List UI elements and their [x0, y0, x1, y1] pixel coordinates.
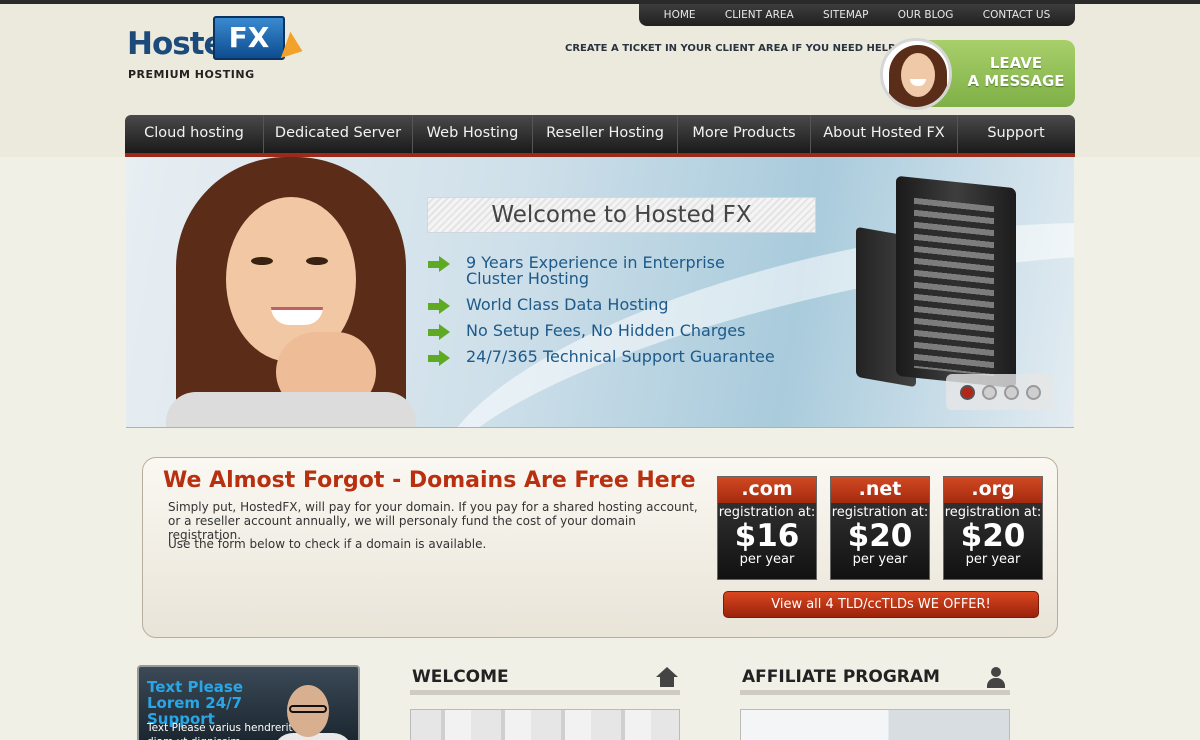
affiliate-heading: AFFILIATE PROGRAM — [740, 665, 1010, 695]
support-agent-avatar — [880, 38, 952, 110]
site-logo[interactable]: Hosted FX PREMIUM HOSTING — [125, 14, 325, 84]
welcome-heading-text: WELCOME — [412, 667, 509, 687]
affiliate-image — [740, 709, 1010, 740]
tld-name: .org — [944, 477, 1042, 503]
green-arrow-icon — [428, 324, 450, 340]
leave-message-line2: A MESSAGE — [967, 72, 1065, 90]
nav-cloud-hosting[interactable]: Cloud hosting — [125, 115, 264, 153]
view-all-tlds-button[interactable]: View all 4 TLD/ccTLDs WE OFFER! — [723, 591, 1039, 618]
help-text: CREATE A TICKET IN YOUR CLIENT AREA IF Y… — [565, 43, 900, 54]
hero-woman-image — [156, 157, 416, 427]
nav-more-products[interactable]: More Products — [678, 115, 811, 153]
hero-server-image — [856, 175, 1026, 402]
hero-bullet-text: 24/7/365 Technical Support Guarantee — [466, 347, 775, 366]
domains-title: We Almost Forgot - Domains Are Free Here — [163, 468, 696, 493]
support-promo-box[interactable]: Text Please Lorem 24/7 Support Text Plea… — [137, 665, 360, 740]
top-nav: HOME CLIENT AREA SITEMAP OUR BLOG CONTAC… — [639, 4, 1075, 26]
tld-card-net[interactable]: .net registration at: $20 per year — [830, 476, 930, 580]
hero-slider: Welcome to Hosted FX 9 Years Experience … — [126, 157, 1074, 428]
tld-per: per year — [965, 552, 1021, 567]
hero-bullet: 9 Years Experience in Enterprise Cluster… — [426, 255, 786, 287]
woman-shirt — [166, 392, 416, 427]
user-icon — [984, 667, 1008, 689]
hero-bullet: No Setup Fees, No Hidden Charges — [426, 321, 786, 340]
leave-message-line1: LEAVE — [989, 54, 1043, 72]
slider-dot-3[interactable] — [1003, 384, 1019, 400]
nav-reseller-hosting[interactable]: Reseller Hosting — [533, 115, 678, 153]
tld-card-org[interactable]: .org registration at: $20 per year — [943, 476, 1043, 580]
support-promo-text: Text Please varius hendrerit diam ut dig… — [147, 722, 293, 740]
page-wrapper: HOME CLIENT AREA SITEMAP OUR BLOG CONTAC… — [125, 0, 1075, 740]
top-nav-contact-us[interactable]: CONTACT US — [983, 9, 1050, 21]
server-drive-bays — [914, 197, 994, 377]
hero-bullet-text: 9 Years Experience in Enterprise Cluster… — [466, 253, 725, 288]
tld-per: per year — [852, 552, 908, 567]
woman-eye — [251, 257, 273, 265]
welcome-section: WELCOME — [410, 665, 680, 740]
domains-form-text: Use the form below to check if a domain … — [168, 537, 487, 551]
nav-dedicated-server[interactable]: Dedicated Server — [264, 115, 413, 153]
woman-eye — [306, 257, 328, 265]
welcome-image — [410, 709, 680, 740]
hero-title: Welcome to Hosted FX — [427, 197, 816, 233]
tld-per: per year — [739, 552, 795, 567]
hero-bullets: 9 Years Experience in Enterprise Cluster… — [426, 255, 786, 375]
affiliate-section: AFFILIATE PROGRAM — [740, 665, 1010, 740]
slider-dot-2[interactable] — [981, 384, 997, 400]
logo-tagline: PREMIUM HOSTING — [128, 68, 255, 81]
tld-price: $16 — [734, 518, 800, 554]
green-arrow-icon — [428, 350, 450, 366]
support-promo-title: Text Please Lorem 24/7 Support — [147, 678, 244, 728]
green-arrow-icon — [428, 256, 450, 272]
tld-card-com[interactable]: .com registration at: $16 per year — [717, 476, 817, 580]
nav-web-hosting[interactable]: Web Hosting — [413, 115, 533, 153]
slider-pagination — [946, 374, 1054, 410]
logo-mark: FX — [213, 16, 308, 65]
hero-bullet: World Class Data Hosting — [426, 295, 786, 314]
top-nav-sitemap[interactable]: SITEMAP — [823, 9, 868, 21]
top-nav-client-area[interactable]: CLIENT AREA — [725, 9, 794, 21]
nav-about-hosted-fx[interactable]: About Hosted FX — [811, 115, 958, 153]
welcome-heading: WELCOME — [410, 665, 680, 695]
top-nav-our-blog[interactable]: OUR BLOG — [898, 9, 954, 21]
main-nav: Cloud hosting Dedicated Server Web Hosti… — [125, 115, 1075, 157]
domains-text: Simply put, HostedFX, will pay for your … — [168, 500, 698, 542]
leave-message-button[interactable]: LEAVE A MESSAGE — [880, 38, 1075, 110]
tld-price: $20 — [847, 518, 913, 554]
support-man-glasses — [289, 705, 327, 713]
tld-name: .com — [718, 477, 816, 503]
hero-bullet: 24/7/365 Technical Support Guarantee — [426, 347, 786, 366]
top-nav-home[interactable]: HOME — [664, 9, 696, 21]
home-icon — [654, 667, 678, 689]
logo-fx-box: FX — [213, 16, 285, 60]
slider-dot-4[interactable] — [1025, 384, 1041, 400]
free-domains-panel: We Almost Forgot - Domains Are Free Here… — [142, 457, 1058, 638]
hero-bullet-text: No Setup Fees, No Hidden Charges — [466, 321, 746, 340]
green-arrow-icon — [428, 298, 450, 314]
nav-support[interactable]: Support — [958, 115, 1074, 153]
avatar-face — [901, 53, 935, 97]
hero-bullet-text: World Class Data Hosting — [466, 295, 669, 314]
leave-message-label: LEAVE A MESSAGE — [966, 54, 1066, 90]
tld-price: $20 — [960, 518, 1026, 554]
affiliate-heading-text: AFFILIATE PROGRAM — [742, 667, 940, 687]
slider-dot-1[interactable] — [959, 384, 975, 400]
tld-name: .net — [831, 477, 929, 503]
